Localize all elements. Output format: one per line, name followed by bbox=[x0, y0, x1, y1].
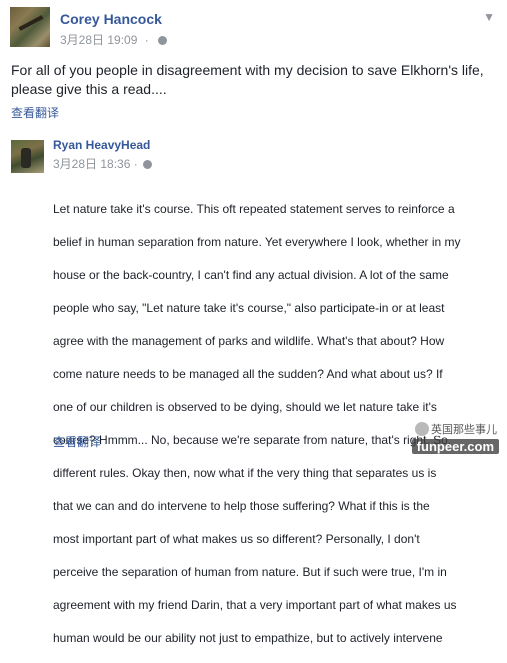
chevron-down-icon[interactable]: ▼ bbox=[483, 10, 495, 24]
watermark-label: 英国那些事儿 bbox=[413, 422, 499, 436]
post-meta: 3月28日 19:09 · bbox=[60, 31, 168, 48]
meta-separator: · bbox=[144, 33, 149, 47]
shared-post-meta: 3月28日 18:36 · bbox=[53, 155, 153, 172]
post-text: For all of you people in disagreement wi… bbox=[11, 62, 484, 97]
watermark-site: funpeer.com bbox=[411, 439, 499, 454]
text-line: most important part of what makes us so … bbox=[53, 531, 420, 546]
post-date[interactable]: 3月28日 bbox=[60, 33, 104, 47]
text-line: come nature needs to be managed all the … bbox=[53, 366, 443, 381]
text-line: human would be our ability not just to e… bbox=[53, 630, 443, 645]
text-line: people who say, "Let nature take it's co… bbox=[53, 300, 445, 315]
shared-post-time[interactable]: 18:36 bbox=[100, 157, 130, 171]
author-avatar[interactable] bbox=[10, 7, 50, 47]
text-line: house or the back-country, I can't find … bbox=[53, 267, 449, 282]
text-line: agreement with my friend Darin, that a v… bbox=[53, 597, 457, 612]
meta-separator: · bbox=[133, 157, 138, 171]
text-line: that we can and do intervene to help tho… bbox=[53, 498, 430, 513]
text-line: belief in human separation from nature. … bbox=[53, 234, 461, 249]
text-line: agree with the management of parks and w… bbox=[53, 333, 445, 348]
globe-icon[interactable] bbox=[143, 160, 153, 169]
see-translation-link[interactable]: 查看翻译 bbox=[11, 104, 59, 121]
author-name[interactable]: Corey Hancock bbox=[60, 11, 162, 27]
text-line: different rules. Okay then, now what if … bbox=[53, 465, 437, 480]
globe-icon[interactable] bbox=[158, 36, 168, 45]
shared-author-avatar[interactable] bbox=[11, 140, 44, 173]
shared-author-name[interactable]: Ryan HeavyHead bbox=[53, 138, 150, 152]
watermark-logo-icon bbox=[415, 422, 429, 436]
facebook-post: Corey Hancock 3月28日 19:09 · ▼ For all of… bbox=[0, 0, 507, 645]
text-line: perceive the separation of human from na… bbox=[53, 564, 447, 579]
text-line: one of our children is observed to be dy… bbox=[53, 399, 437, 414]
text-line: Let nature take it's course. This oft re… bbox=[53, 201, 455, 216]
post-time[interactable]: 19:09 bbox=[107, 33, 137, 47]
shared-post-date[interactable]: 3月28日 bbox=[53, 157, 97, 171]
see-translation-link[interactable]: 查看翻译 bbox=[53, 433, 101, 450]
